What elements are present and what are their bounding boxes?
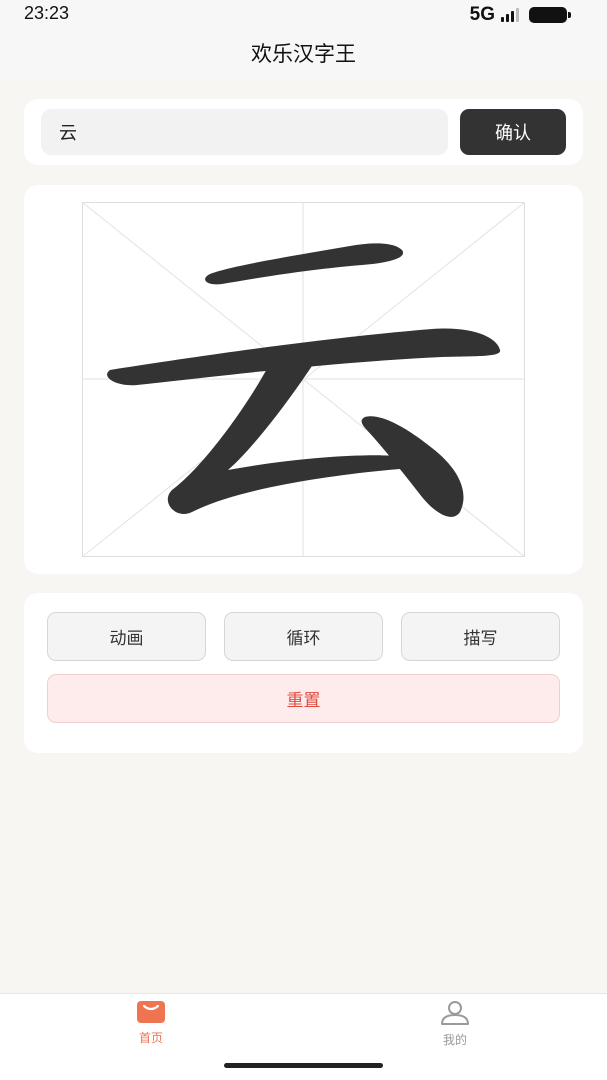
battery-icon: [529, 7, 571, 23]
signal-icon: [501, 8, 519, 22]
search-card: 确认: [24, 99, 583, 165]
nav-bar: 欢乐汉字王: [0, 30, 607, 80]
confirm-button[interactable]: 确认: [460, 109, 566, 155]
status-time: 23:23: [24, 3, 70, 23]
tab-mine[interactable]: 我的: [415, 1000, 495, 1048]
user-icon: [441, 1001, 469, 1025]
tab-home[interactable]: 首页: [111, 1000, 191, 1046]
home-indicator: [224, 1063, 383, 1068]
tab-mine-label: 我的: [442, 1033, 467, 1047]
glyph-stroke-1: [205, 243, 404, 285]
character-card: [24, 185, 583, 574]
loop-button[interactable]: 循环: [224, 612, 383, 661]
reset-button[interactable]: 重置: [47, 674, 560, 723]
trace-button[interactable]: 描写: [401, 612, 560, 661]
tab-home-label: 首页: [138, 1031, 163, 1045]
controls-card: 动画 循环 描写 重置: [24, 593, 583, 753]
status-bar: 23:23 5G: [0, 0, 607, 30]
status-indicators: 5G: [469, 4, 571, 26]
home-bag-icon: [137, 1001, 165, 1023]
glyph-stroke-3: [167, 363, 402, 514]
page-title: 欢乐汉字王: [251, 42, 356, 66]
character-input[interactable]: [41, 109, 448, 155]
animate-button[interactable]: 动画: [47, 612, 206, 661]
network-label: 5G: [469, 4, 495, 25]
character-grid: [82, 202, 525, 557]
